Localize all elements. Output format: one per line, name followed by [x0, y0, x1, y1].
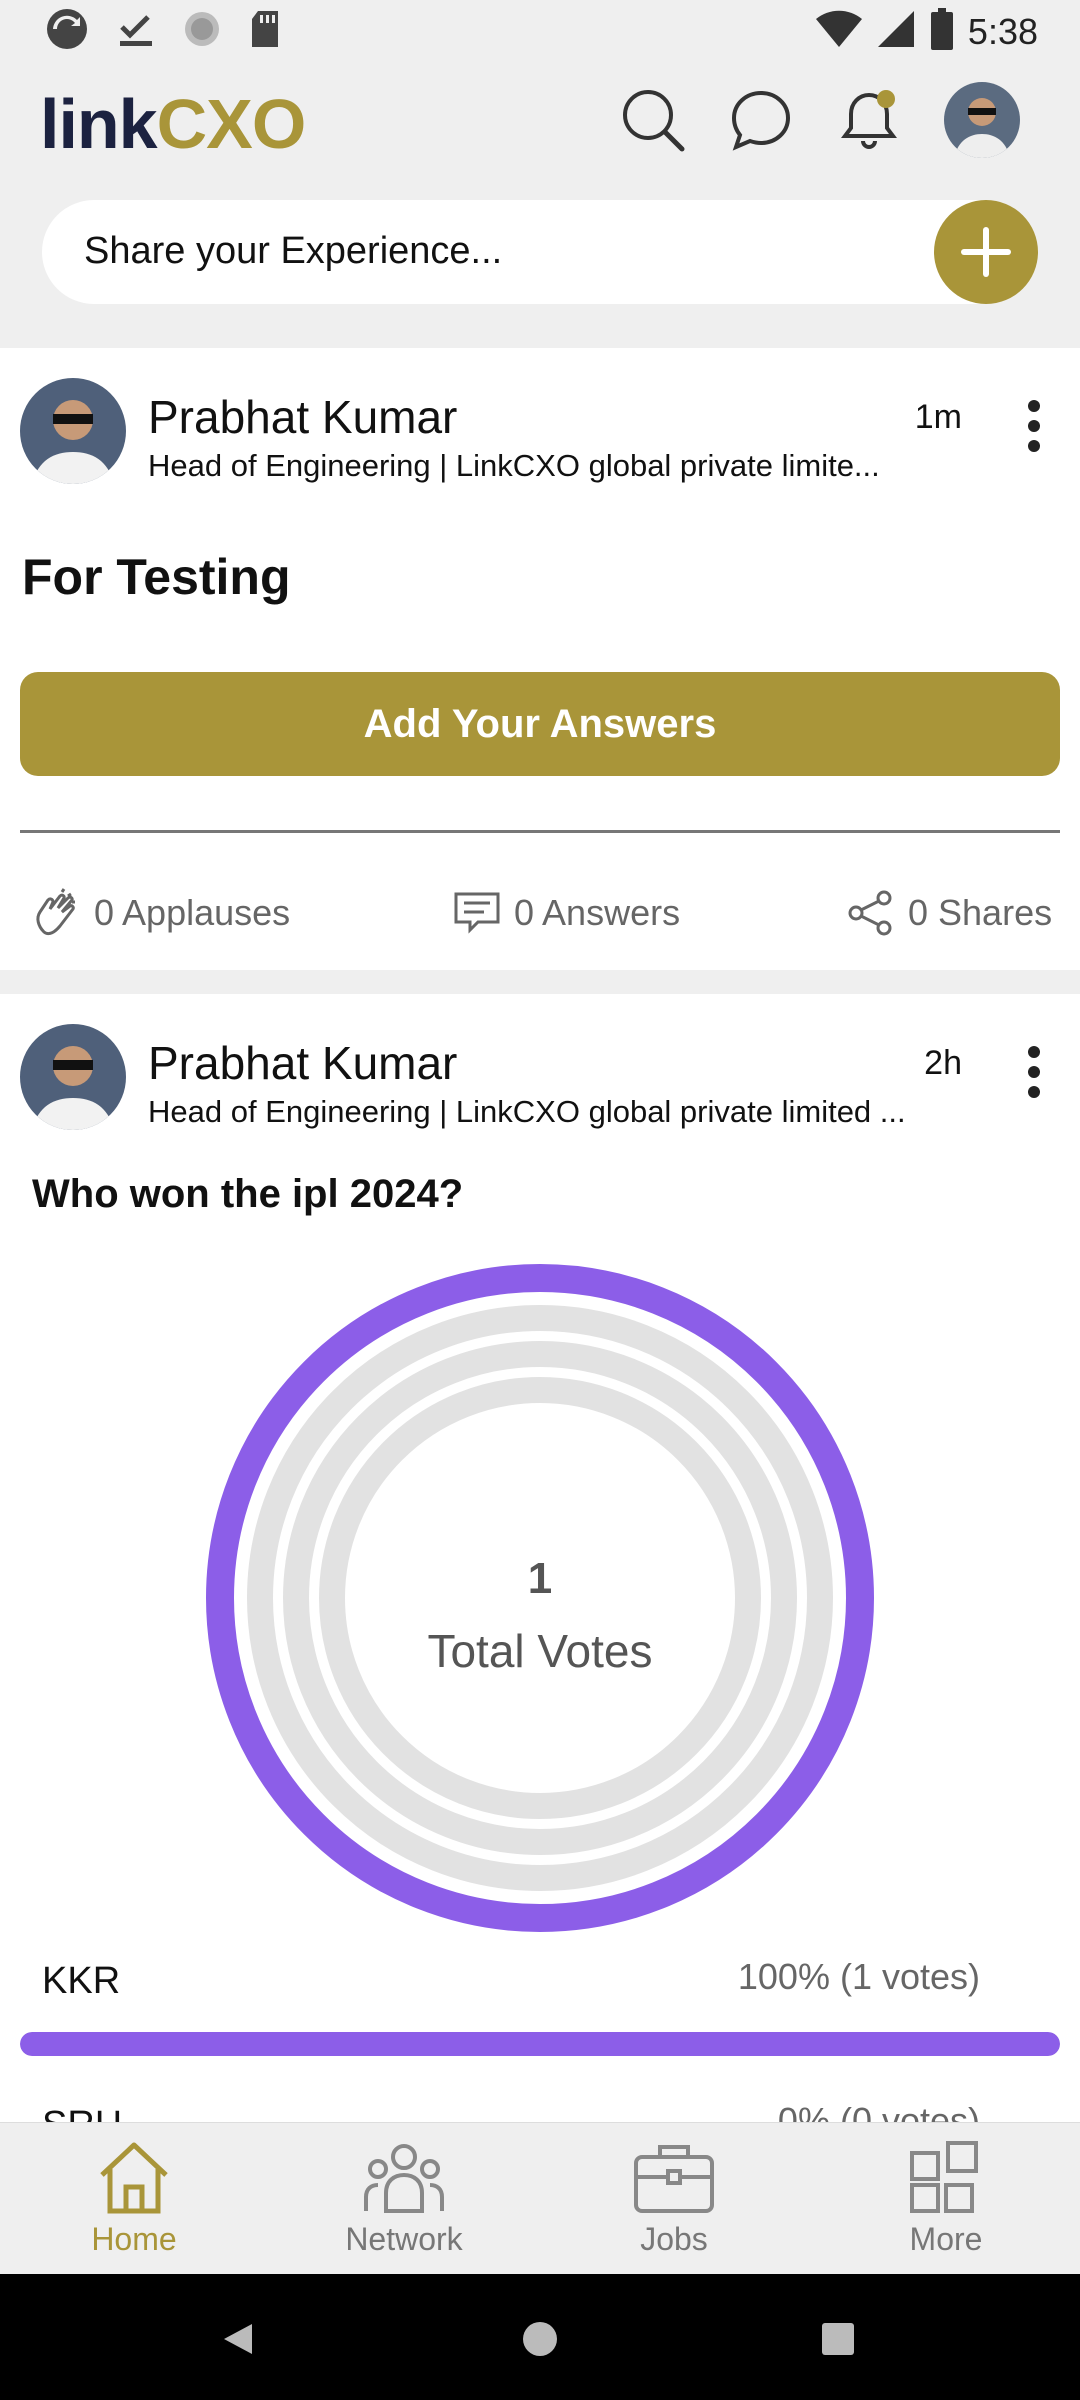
home-button-icon — [523, 2322, 557, 2356]
back-icon — [224, 2324, 252, 2354]
app-header: linkCXO — [0, 70, 1080, 180]
share-experience-input[interactable]: Share your Experience... — [42, 200, 1038, 304]
screen: 5:38 linkCXO Share your Experience... Pr… — [0, 0, 1080, 2400]
post-time: 1m — [914, 398, 962, 436]
bell-icon[interactable] — [836, 87, 902, 153]
nav-home-label: Home — [91, 2221, 177, 2257]
chat-icon[interactable] — [728, 87, 794, 153]
signal-icon — [876, 9, 916, 54]
post-title: For Testing — [22, 549, 291, 605]
poll-option-percent: 100% (1 votes) — [737, 1956, 980, 1997]
author-name[interactable]: Prabhat Kumar — [148, 390, 457, 444]
answers-action[interactable]: 0 Answers — [452, 888, 680, 938]
network-icon — [362, 2139, 446, 2215]
more-options-icon[interactable] — [1024, 400, 1044, 456]
battery-icon — [930, 8, 954, 55]
total-votes-label: Total Votes — [427, 1625, 653, 1677]
applause-count: 0 Applauses — [94, 892, 291, 933]
poll-option-name[interactable]: KKR — [42, 1960, 120, 2003]
shares-count: 0 Shares — [908, 892, 1053, 933]
comment-icon — [454, 892, 500, 934]
poll-card: Prabhat Kumar Head of Engineering | Link… — [0, 994, 1080, 2146]
status-time: 5:38 — [967, 10, 1038, 52]
divider — [20, 830, 1060, 833]
profile-avatar[interactable] — [944, 82, 1020, 158]
poll-option-fill — [20, 2032, 1060, 2056]
author-name[interactable]: Prabhat Kumar — [148, 1036, 457, 1090]
more-options-icon[interactable] — [1024, 1046, 1044, 1102]
home-icon — [92, 2139, 176, 2215]
system-navigation-bar — [0, 2274, 1080, 2400]
answers-count: 0 Answers — [514, 892, 681, 933]
poll-donut-chart: 1 Total Votes — [206, 1264, 874, 1932]
poll-option-bar[interactable] — [20, 2032, 1060, 2056]
nav-jobs[interactable]: Jobs — [574, 2139, 774, 2258]
loading-icon — [182, 9, 222, 54]
nav-more-label: More — [909, 2221, 983, 2257]
author-avatar[interactable] — [20, 378, 126, 484]
post-time: 2h — [924, 1044, 962, 1082]
nav-network[interactable]: Network — [304, 2139, 504, 2258]
author-avatar[interactable] — [20, 1024, 126, 1130]
nav-home[interactable]: Home — [34, 2139, 234, 2258]
nav-more[interactable]: More — [846, 2139, 1046, 2258]
app-logo[interactable]: linkCXO — [40, 84, 306, 164]
sd-card-icon — [248, 9, 282, 54]
add-answers-button[interactable]: Add Your Answers — [20, 672, 1060, 776]
add-post-button[interactable] — [934, 200, 1038, 304]
grid-icon — [904, 2139, 988, 2215]
briefcase-icon — [632, 2139, 716, 2215]
recents-icon — [822, 2323, 854, 2355]
author-headline: Head of Engineering | LinkCXO global pri… — [148, 448, 880, 483]
status-bar: 5:38 — [0, 0, 1080, 62]
poll-question: Who won the ipl 2024? — [32, 1172, 464, 1216]
download-done-icon — [116, 9, 156, 54]
total-votes-count: 1 — [527, 1554, 553, 1603]
share-placeholder: Share your Experience... — [84, 230, 503, 272]
nav-jobs-label: Jobs — [640, 2221, 708, 2257]
search-icon[interactable] — [620, 87, 686, 153]
post-actions: 0 Applauses 0 Answers 0 Shares — [0, 888, 1080, 948]
author-headline: Head of Engineering | LinkCXO global pri… — [148, 1094, 906, 1129]
share-action[interactable]: 0 Shares — [846, 888, 1052, 938]
post-card: Prabhat Kumar Head of Engineering | Link… — [0, 348, 1080, 970]
bottom-navigation: Home Network Jobs More — [0, 2122, 1080, 2274]
nav-network-label: Network — [345, 2221, 463, 2257]
plus-icon — [961, 227, 1011, 277]
wifi-icon — [815, 9, 862, 54]
clap-icon — [36, 888, 75, 936]
share-icon — [848, 890, 892, 936]
sync-icon — [44, 6, 90, 57]
applause-action[interactable]: 0 Applauses — [32, 888, 290, 938]
